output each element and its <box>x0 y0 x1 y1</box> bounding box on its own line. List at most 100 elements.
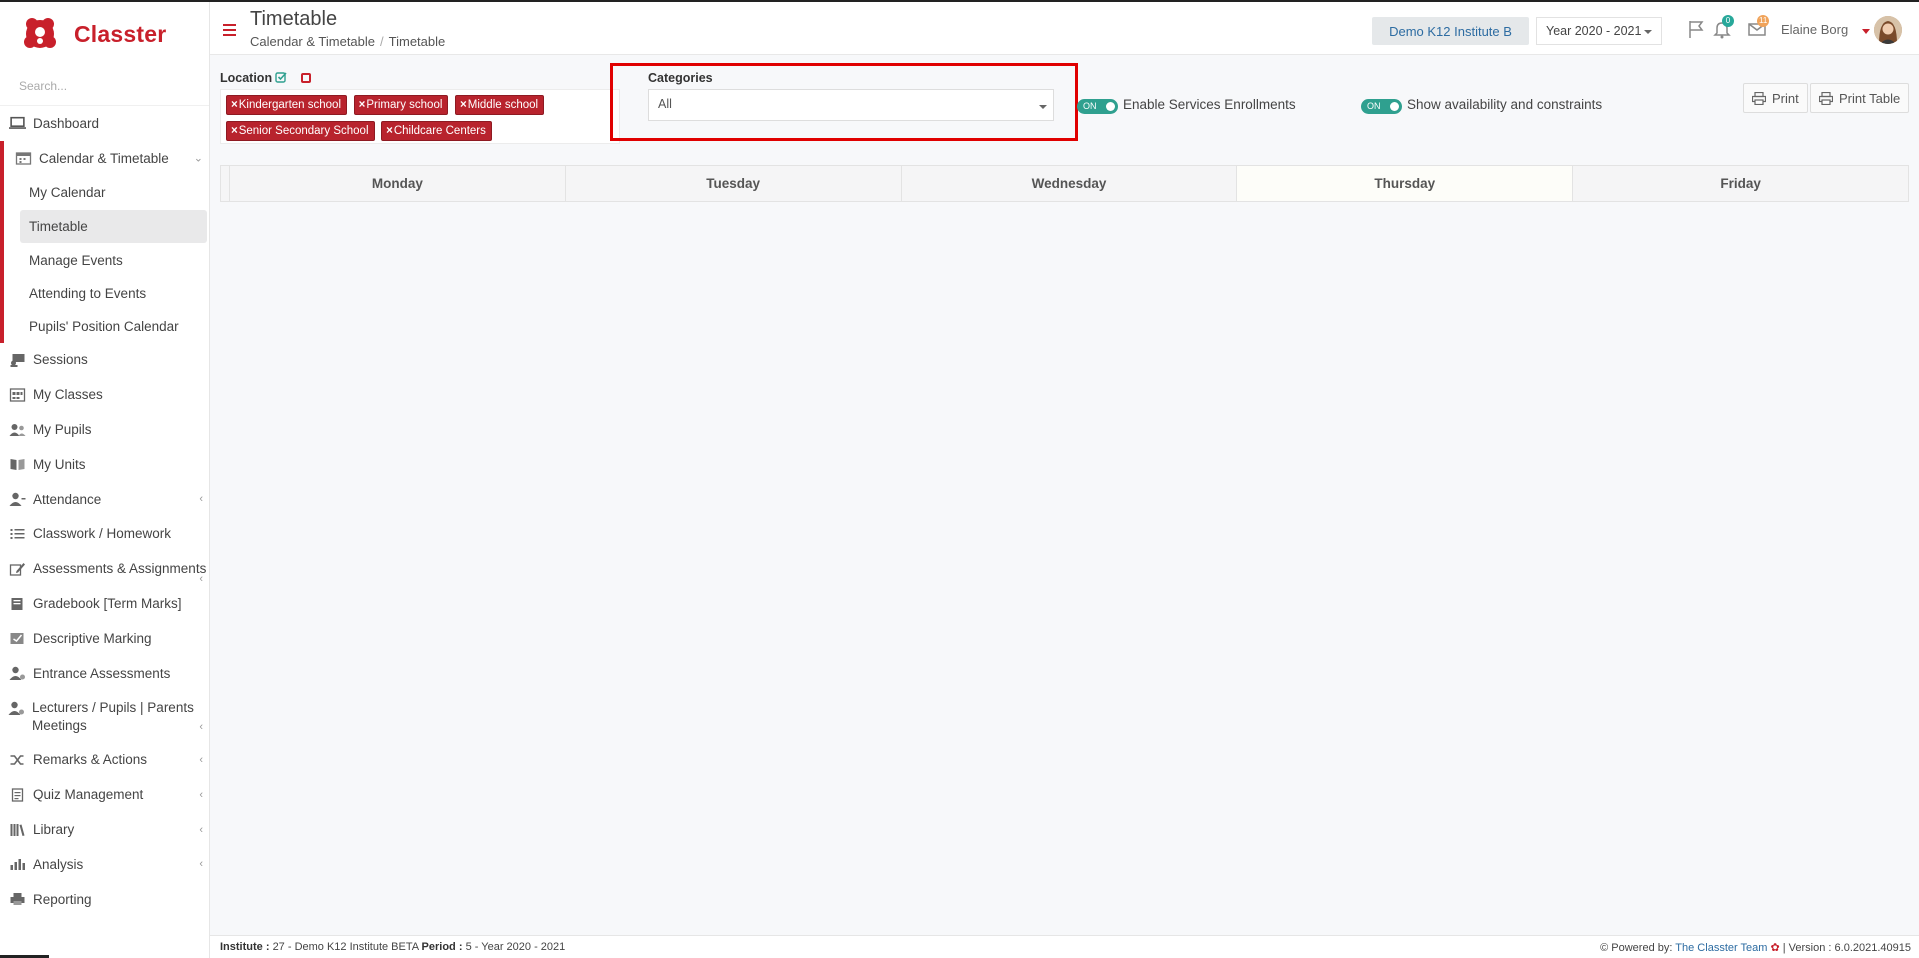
sidebar-item-quiz-management[interactable]: Quiz Management ‹ <box>0 777 209 812</box>
sidebar-item-gradebook[interactable]: Gradebook [Term Marks] <box>0 586 209 621</box>
app-name: Classter <box>74 20 167 47</box>
sidebar-item-reporting[interactable]: Reporting <box>0 882 209 917</box>
sessions-icon <box>8 353 26 367</box>
envelope-icon[interactable]: 11 <box>1747 15 1770 39</box>
institute-switcher-button[interactable]: Demo K12 Institute B <box>1372 17 1529 45</box>
search-input[interactable] <box>19 78 199 93</box>
location-tag[interactable]: ×Childcare Centers <box>381 121 492 141</box>
sidebar-subitem-pupils-position-calendar[interactable]: Pupils' Position Calendar <box>4 310 207 343</box>
footer-team-link[interactable]: The Classter Team <box>1675 942 1767 954</box>
classes-icon <box>8 388 26 402</box>
location-multiselect[interactable]: ×Kindergarten school ×Primary school ×Mi… <box>220 89 620 144</box>
show-availability-toggle[interactable]: ON <box>1361 99 1402 114</box>
caret-down-icon <box>1039 105 1047 109</box>
sidebar-item-sessions[interactable]: Sessions <box>0 343 209 378</box>
footer-version: | Version : 6.0.2021.40915 <box>1782 942 1911 954</box>
footer-period-label: Period : <box>421 941 463 953</box>
timetable-header-row: Monday Tuesday Wednesday Thursday Friday <box>220 165 1909 202</box>
toggle-on-text: ON <box>1083 101 1097 111</box>
sidebar-item-label: Quiz Management <box>33 787 144 803</box>
sidebar-item-dashboard[interactable]: Dashboard <box>0 106 209 141</box>
remove-tag-icon[interactable]: × <box>460 99 467 111</box>
toggle-knob <box>1390 102 1399 111</box>
footer: Institute : 27 - Demo K12 Institute BETA… <box>210 935 1919 958</box>
sidebar-item-entrance-assessments[interactable]: Entrance Assessments <box>0 656 209 691</box>
sidebar-item-label: Analysis <box>33 856 84 872</box>
avatar[interactable] <box>1874 16 1902 44</box>
footer-institute-value: 27 - Demo K12 Institute BETA <box>272 941 419 953</box>
sidebar-item-library[interactable]: Library ‹ <box>0 812 209 847</box>
gradebook-icon <box>8 597 26 611</box>
timetable-time-column-header <box>221 166 230 201</box>
toggle-knob <box>1106 102 1115 111</box>
remove-tag-icon[interactable]: × <box>359 99 366 111</box>
sidebar-item-my-pupils[interactable]: My Pupils <box>0 412 209 447</box>
caret-down-icon[interactable] <box>1862 29 1870 34</box>
sidebar-item-calendar-timetable[interactable]: Calendar & Timetable ⌄ <box>4 141 209 176</box>
sidebar-item-meetings[interactable]: Lecturers / Pupils | Parents Meetings ‹ <box>0 691 209 743</box>
enable-services-label: Enable Services Enrollments <box>1123 97 1296 112</box>
sidebar-item-classwork-homework[interactable]: Classwork / Homework <box>0 517 209 552</box>
sidebar-item-my-classes[interactable]: My Classes <box>0 377 209 412</box>
chevron-down-icon: ⌄ <box>193 152 203 165</box>
select-all-check-icon[interactable] <box>275 71 287 83</box>
printer-icon <box>1752 91 1766 105</box>
location-tag[interactable]: ×Middle school <box>455 95 545 115</box>
categories-label: Categories <box>648 71 713 85</box>
print-button[interactable]: Print <box>1743 83 1808 113</box>
day-header-wednesday: Wednesday <box>902 166 1238 201</box>
sidebar-item-label: Sessions <box>33 352 88 368</box>
sidebar-item-label: Lecturers / Pupils | Parents Meetings <box>32 699 194 733</box>
sidebar-item-label: Dashboard <box>33 115 100 131</box>
breadcrumb-item[interactable]: Calendar & Timetable <box>250 34 375 49</box>
show-availability-label: Show availability and constraints <box>1407 97 1603 112</box>
meetings-icon <box>8 701 25 715</box>
sidebar-item-my-units[interactable]: My Units <box>0 447 209 482</box>
sidebar-item-analysis[interactable]: Analysis ‹ <box>0 847 209 882</box>
sidebar-item-label: Gradebook [Term Marks] <box>33 596 182 612</box>
location-tag[interactable]: ×Senior Secondary School <box>226 121 375 141</box>
deselect-all-icon[interactable] <box>301 73 311 83</box>
remove-tag-icon[interactable]: × <box>386 125 393 137</box>
chevron-left-icon: ‹ <box>199 573 203 586</box>
remove-tag-icon[interactable]: × <box>231 125 238 137</box>
sidebar-subitem-my-calendar[interactable]: My Calendar <box>4 176 207 209</box>
toggle-on-text: ON <box>1367 101 1381 111</box>
sidebar-item-remarks-actions[interactable]: Remarks & Actions ‹ <box>0 743 209 778</box>
location-tag[interactable]: ×Kindergarten school <box>226 95 348 115</box>
year-select[interactable]: Year 2020 - 2021 <box>1536 17 1662 45</box>
sidebar-subitem-attending-events[interactable]: Attending to Events <box>4 277 207 310</box>
enable-services-toggle[interactable]: ON <box>1077 99 1118 114</box>
brand[interactable]: Classter <box>0 2 209 66</box>
footer-credits: © Powered by: The Classter Team ✿ | Vers… <box>1600 941 1911 954</box>
flag-icon[interactable] <box>1686 19 1706 39</box>
list-icon <box>8 527 26 541</box>
sidebar-search <box>0 66 209 106</box>
user-name[interactable]: Elaine Borg <box>1781 22 1848 37</box>
hamburger-menu-icon[interactable] <box>223 24 236 36</box>
sidebar-item-assessments-assignments[interactable]: Assessments & Assignments ‹ <box>0 551 209 586</box>
chevron-left-icon: ‹ <box>199 753 203 766</box>
print-table-button[interactable]: Print Table <box>1810 83 1910 113</box>
sidebar-item-label: Remarks & Actions <box>33 752 148 768</box>
bell-icon[interactable]: 0 <box>1712 15 1734 39</box>
print-table-button-label: Print Table <box>1839 90 1901 106</box>
breadcrumb-item: Timetable <box>388 34 446 49</box>
day-header-monday: Monday <box>230 166 566 201</box>
chevron-left-icon: ‹ <box>199 493 203 506</box>
caret-down-icon <box>1644 30 1652 34</box>
attendance-icon <box>8 492 26 507</box>
sidebar-item-attendance[interactable]: Attendance ‹ <box>0 482 209 517</box>
categories-select[interactable]: All <box>648 89 1054 121</box>
marking-icon <box>8 631 26 645</box>
location-tag[interactable]: ×Primary school <box>353 95 449 115</box>
sidebar-item-descriptive-marking[interactable]: Descriptive Marking <box>0 621 209 656</box>
sidebar-subitem-manage-events[interactable]: Manage Events <box>4 244 207 277</box>
sidebar-item-label: My Classes <box>33 387 103 403</box>
print-button-label: Print <box>1772 90 1799 106</box>
shuffle-icon <box>8 753 26 767</box>
sidebar-subitem-timetable[interactable]: Timetable <box>20 209 207 243</box>
remove-tag-icon[interactable]: × <box>231 99 238 111</box>
page-title: Timetable <box>250 8 338 30</box>
sidebar-item-label: Attendance <box>33 491 102 507</box>
